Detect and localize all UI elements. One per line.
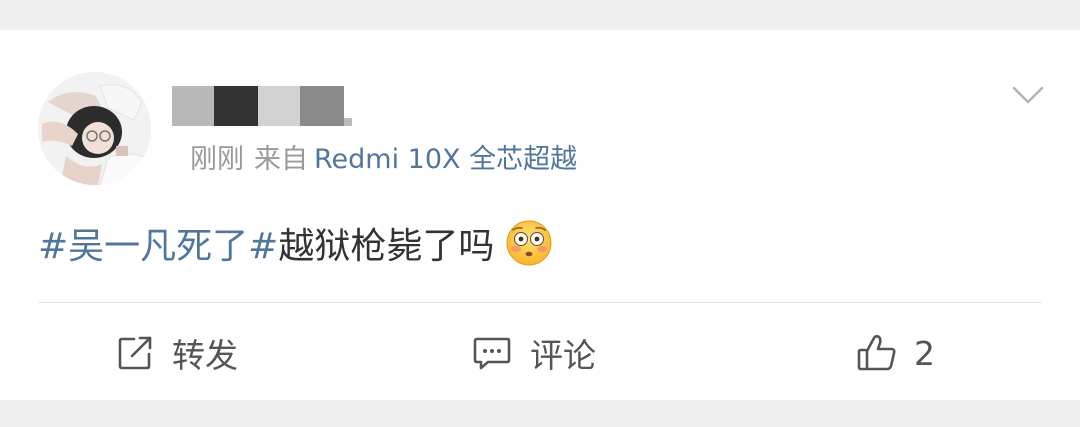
- top-separator: [0, 0, 1080, 30]
- chevron-down-icon[interactable]: [1008, 82, 1048, 108]
- post-time: 刚刚: [190, 144, 244, 175]
- flushed-face-icon: [504, 218, 554, 268]
- topic-link[interactable]: #吴一凡死了#: [38, 226, 278, 267]
- source-label: 来自: [254, 144, 308, 175]
- mosaic-block: [214, 86, 258, 126]
- bottom-separator: [0, 400, 1080, 427]
- like-count: 2: [914, 333, 935, 373]
- device-link[interactable]: Redmi 10X 全芯超越: [314, 144, 577, 175]
- comment-icon: [472, 334, 512, 372]
- mosaic-block: [172, 86, 214, 126]
- mosaic-block: [300, 86, 344, 126]
- thumbs-up-icon: [856, 333, 898, 373]
- mosaic-block: [344, 118, 352, 126]
- repost-button[interactable]: 转发: [116, 330, 238, 376]
- weibo-post-card: 刚刚 来自 Redmi 10X 全芯超越 #吴一凡死了#越狱枪毙了吗 转发 评论…: [0, 30, 1080, 400]
- post-content: #吴一凡死了#越狱枪毙了吗: [38, 218, 554, 272]
- share-icon: [116, 334, 154, 372]
- post-text: 越狱枪毙了吗: [278, 226, 495, 267]
- mosaic-block: [258, 86, 300, 126]
- username-redacted[interactable]: [172, 86, 352, 128]
- divider: [38, 302, 1042, 303]
- post-meta: 刚刚 来自 Redmi 10X 全芯超越: [190, 142, 577, 178]
- comment-label: 评论: [530, 336, 596, 375]
- repost-label: 转发: [172, 336, 238, 375]
- avatar[interactable]: [38, 72, 151, 185]
- like-button[interactable]: 2: [856, 330, 935, 376]
- comment-button[interactable]: 评论: [472, 330, 596, 376]
